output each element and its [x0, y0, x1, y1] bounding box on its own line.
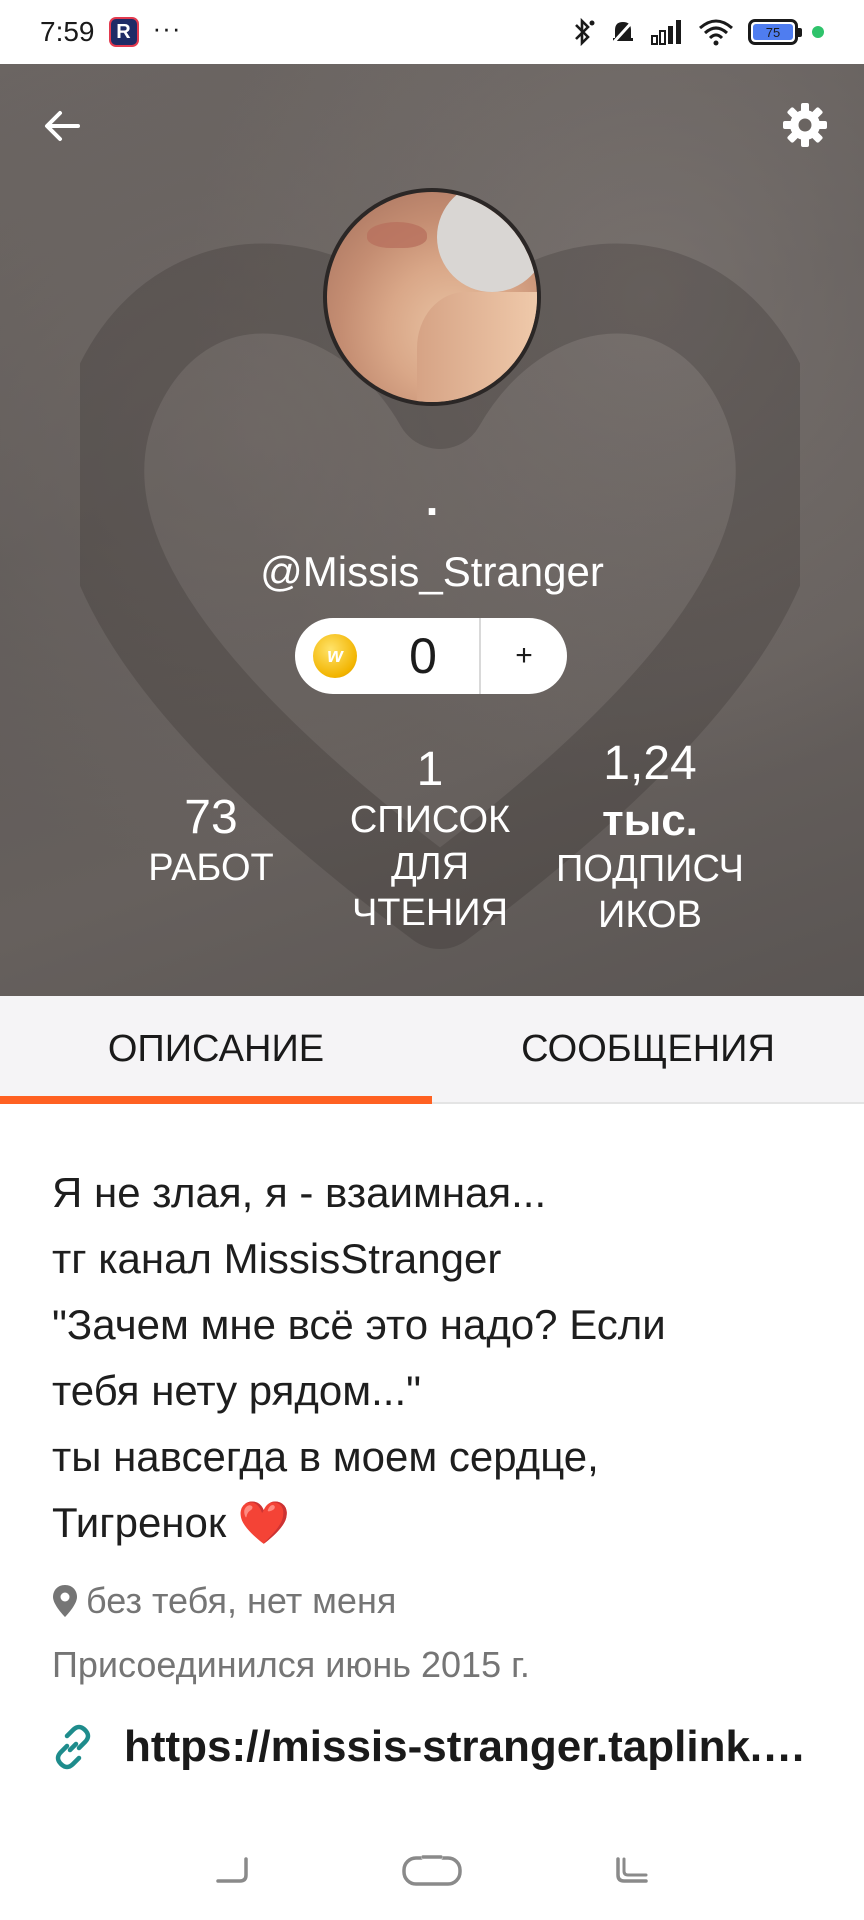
- gear-icon: [783, 103, 827, 147]
- status-left: 7:59 R ···: [40, 12, 182, 48]
- home-icon: [402, 1854, 462, 1886]
- silent-bell-icon: [611, 19, 635, 45]
- followers-count: 1,24: [603, 737, 697, 790]
- reading-lists-label-line2: ДЛЯ: [390, 845, 470, 888]
- link-text[interactable]: https://missis-stranger.taplink.ws: [124, 1722, 814, 1772]
- nav-recents-button[interactable]: [592, 1840, 672, 1900]
- coin-icon: w: [313, 634, 357, 678]
- display-name: .: [425, 473, 439, 525]
- app-notification-icon: R: [108, 17, 139, 47]
- privacy-indicator-dot: [812, 26, 824, 38]
- username: @Missis_Stranger: [260, 548, 604, 595]
- location-text: без тебя, нет меня: [86, 1580, 397, 1621]
- stat-works[interactable]: 73 РАБОТ: [131, 790, 291, 892]
- bio-line: "Зачем мне всё это надо? Если: [52, 1301, 666, 1348]
- heart-emoji: ❤️: [237, 1499, 291, 1546]
- status-time: 7:59: [40, 16, 95, 47]
- battery-level: 75: [753, 24, 793, 40]
- bio-line: тебя нету рядом...": [52, 1367, 422, 1414]
- tab-messages[interactable]: СООБЩЕНИЯ: [432, 996, 864, 1102]
- nav-home-button[interactable]: [392, 1840, 472, 1900]
- followers-label-line1: ПОДПИСЧ: [556, 847, 744, 890]
- bio-line-last: Тигренок ❤️: [52, 1490, 822, 1556]
- recents-icon: [616, 1857, 648, 1883]
- profile-tabs: ОПИСАНИЕ СООБЩЕНИЯ: [0, 996, 864, 1104]
- works-count: 73: [184, 791, 238, 844]
- stat-reading-lists[interactable]: 1 СПИСОК ДЛЯ ЧТЕНИЯ: [340, 742, 520, 936]
- bio-line: ты навсегда в моем сердце,: [52, 1433, 599, 1480]
- bio-line: тг канал MissisStranger: [52, 1235, 502, 1282]
- battery-icon: 75: [748, 19, 802, 45]
- reading-lists-count: 1: [416, 743, 444, 796]
- system-nav-bar: [0, 1820, 864, 1920]
- coin-count: 0: [409, 628, 437, 684]
- tab-description[interactable]: ОПИСАНИЕ: [0, 996, 432, 1104]
- status-bar: 7:59 R ··· 75: [0, 0, 864, 64]
- wifi-icon: [699, 19, 733, 46]
- settings-button[interactable]: [776, 96, 834, 154]
- signal-icon: [651, 20, 681, 45]
- profile-link[interactable]: https://missis-stranger.taplink.ws: [50, 1722, 840, 1772]
- reading-lists-label-line1: СПИСОК: [349, 799, 511, 842]
- profile-screen: 7:59 R ··· 75 . @Missis_Stranger w 0 + 7…: [0, 0, 864, 1920]
- add-coins-button[interactable]: +: [481, 639, 567, 673]
- arrow-left-icon: [45, 111, 80, 141]
- bio-line: Я не злая, я - взаимная...: [52, 1169, 547, 1216]
- link-icon: [55, 1724, 91, 1770]
- back-button[interactable]: [36, 100, 88, 152]
- location-row: без тебя, нет меня: [52, 1580, 396, 1622]
- more-notifications-icon: ···: [152, 12, 182, 43]
- coin-balance-pill[interactable]: w 0 +: [295, 618, 567, 694]
- joined-date: Присоединился июнь 2015 г.: [52, 1644, 530, 1685]
- bio: Я не злая, я - взаимная... тг канал Miss…: [52, 1160, 822, 1556]
- profile-header: . @Missis_Stranger w 0 + 73 РАБОТ 1 СПИС…: [0, 64, 864, 996]
- bio-line-text: Тигренок: [52, 1499, 227, 1546]
- stat-followers[interactable]: 1,24 тыс. ПОДПИСЧ ИКОВ: [545, 736, 755, 938]
- followers-count-unit: тыс.: [602, 796, 698, 846]
- back-gesture-icon: [216, 1857, 248, 1883]
- status-right: 75: [570, 17, 824, 47]
- nav-back-button[interactable]: [192, 1840, 272, 1900]
- avatar[interactable]: [323, 188, 541, 406]
- bluetooth-icon: [575, 17, 595, 47]
- reading-lists-label-line3: ЧТЕНИЯ: [351, 891, 509, 934]
- followers-label-line2: ИКОВ: [598, 893, 702, 936]
- works-label: РАБОТ: [148, 847, 274, 890]
- location-pin-icon: [53, 1585, 77, 1617]
